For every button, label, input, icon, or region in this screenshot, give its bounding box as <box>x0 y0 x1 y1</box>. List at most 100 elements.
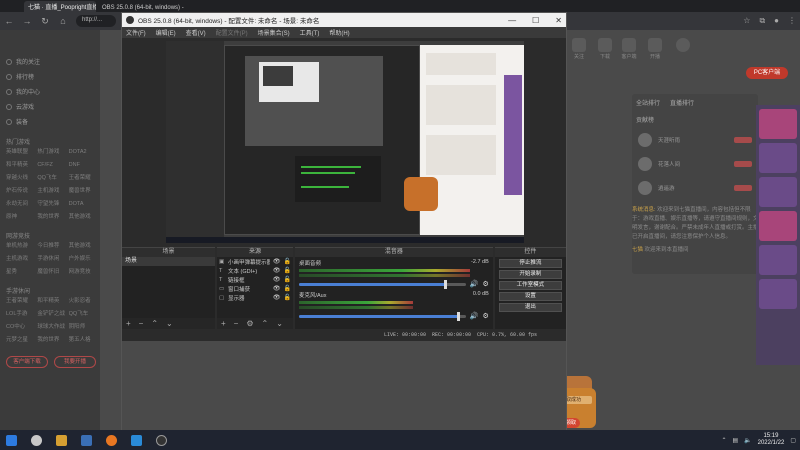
category-link[interactable]: 炉石传说 <box>6 186 33 197</box>
nav-item-rank[interactable]: 排行榜 <box>6 69 96 84</box>
category-link[interactable]: 我的世界 <box>37 335 64 346</box>
stop-streaming-button[interactable]: 停止推流 <box>498 259 562 268</box>
eye-icon[interactable]: 👁 <box>273 276 281 283</box>
category-link[interactable]: 第五人格 <box>69 335 96 346</box>
notification-icon[interactable]: ▢ <box>790 437 796 444</box>
obs-preview[interactable] <box>166 41 524 243</box>
category-link[interactable]: 王者荣耀 <box>69 173 96 184</box>
file-explorer-icon[interactable] <box>56 434 67 446</box>
nav-item-follow[interactable]: 我的关注 <box>6 54 96 69</box>
nav-item-center[interactable]: 我的中心 <box>6 84 96 99</box>
rank-row[interactable]: 逍遥游 <box>632 176 758 200</box>
start-recording-button[interactable]: 开始录制 <box>498 270 562 279</box>
menu-tools[interactable]: 工具(T) <box>300 28 320 37</box>
clock[interactable]: 15:19 2022/1/22 <box>758 433 785 447</box>
star-icon[interactable]: ☆ <box>743 16 750 26</box>
source-item[interactable]: T 文本 (GDI+) 👁 🔓 <box>217 266 293 275</box>
category-link[interactable]: 其他游戏 <box>69 212 96 223</box>
browser-tab-obs[interactable]: OBS 25.0.8 (64-bit, windows) - 配置文件: 未命名… <box>98 1 184 12</box>
menu-icon[interactable]: ⋮ <box>788 16 796 26</box>
download-top-icon[interactable] <box>598 38 612 52</box>
eye-icon[interactable]: 👁 <box>273 294 281 301</box>
category-link[interactable]: 球球大作战 <box>37 322 64 333</box>
category-link[interactable]: CO中心 <box>6 322 33 333</box>
category-link[interactable]: 网游竞技 <box>69 267 96 278</box>
category-link[interactable]: 魔兽世界 <box>69 186 96 197</box>
extensions-icon[interactable]: ⧉ <box>759 16 765 26</box>
category-link[interactable]: 英雄联盟 <box>6 147 33 158</box>
browser-icon[interactable] <box>106 434 117 446</box>
menu-help[interactable]: 帮助(H) <box>329 28 349 37</box>
category-link[interactable]: DOTA2 <box>69 147 96 158</box>
search-icon[interactable] <box>31 434 42 446</box>
category-link[interactable]: 单机热游 <box>6 241 33 252</box>
home-icon[interactable]: ⌂ <box>58 16 68 26</box>
nav-item-equip[interactable]: 装备 <box>6 114 96 129</box>
tab-site-rank[interactable]: 全站排行 <box>636 98 660 107</box>
category-link[interactable]: 星秀 <box>6 267 33 278</box>
speaker-icon[interactable]: 🔊 <box>470 312 479 320</box>
category-link[interactable]: DOTA <box>69 199 96 210</box>
category-link[interactable]: 魔兽怀旧 <box>37 267 64 278</box>
category-link[interactable]: QQ飞车 <box>37 173 64 184</box>
category-link[interactable]: 手游休闲 <box>37 254 64 265</box>
category-link[interactable]: 其他游戏 <box>69 241 96 252</box>
category-link[interactable]: 我的世界 <box>37 212 64 223</box>
nav-item-cloudgame[interactable]: 云游戏 <box>6 99 96 114</box>
rank-row[interactable]: 花落人间 <box>632 152 758 176</box>
category-link[interactable]: 热门游戏 <box>37 147 64 158</box>
category-link[interactable]: 主机游戏 <box>6 254 33 265</box>
remove-icon[interactable]: − <box>234 319 239 328</box>
eye-icon[interactable]: 👁 <box>273 285 281 292</box>
chevron-down-icon[interactable]: ⌄ <box>276 319 283 328</box>
live-top-icon[interactable] <box>648 38 662 52</box>
category-link[interactable]: 火影忍者 <box>69 296 96 307</box>
category-link[interactable]: 王者荣耀 <box>6 296 33 307</box>
category-link[interactable]: 穿越火线 <box>6 173 33 184</box>
category-link[interactable]: LOL手游 <box>6 309 33 320</box>
lock-icon[interactable]: 🔓 <box>283 258 290 265</box>
maximize-button[interactable]: ☐ <box>532 16 539 25</box>
gear-icon[interactable]: ⚙ <box>483 280 489 288</box>
avatar[interactable] <box>676 38 690 52</box>
rank-row[interactable]: 天涯听雨 <box>632 128 758 152</box>
source-item[interactable]: ▭ 窗口捕获 👁 🔓 <box>217 284 293 293</box>
menu-view[interactable]: 查看(V) <box>186 28 206 37</box>
settings-button[interactable]: 设置 <box>498 292 562 301</box>
category-link[interactable]: 和平精英 <box>37 296 64 307</box>
menu-scene-collection[interactable]: 场景集合(S) <box>258 28 290 37</box>
volume-icon[interactable]: 🔈 <box>744 437 751 444</box>
promo-card[interactable] <box>759 143 797 173</box>
profile-icon[interactable]: ● <box>774 16 779 26</box>
menu-profile[interactable]: 配置文件(P) <box>216 28 248 37</box>
add-icon[interactable]: + <box>221 319 226 328</box>
promo-card[interactable] <box>759 211 797 241</box>
lock-icon[interactable]: 🔓 <box>283 267 290 274</box>
back-icon[interactable]: ← <box>4 16 14 26</box>
obs-titlebar[interactable]: OBS 25.0.8 (64-bit, windows) - 配置文件: 未命名… <box>122 13 566 27</box>
minimize-button[interactable]: — <box>508 16 516 25</box>
pc-client-button[interactable]: PC客户端 <box>746 67 788 79</box>
client-top-icon[interactable] <box>622 38 636 52</box>
source-item[interactable]: T 链接框 👁 🔓 <box>217 275 293 284</box>
promo-card[interactable] <box>759 109 797 139</box>
promo-card[interactable] <box>759 245 797 275</box>
category-link[interactable]: 守望先锋 <box>37 199 64 210</box>
app-icon[interactable] <box>131 434 142 446</box>
follow-top-icon[interactable] <box>572 38 586 52</box>
windows-start-icon[interactable] <box>6 434 17 446</box>
menu-edit[interactable]: 编辑(E) <box>156 28 176 37</box>
exit-button[interactable]: 退出 <box>498 303 562 312</box>
category-link[interactable]: 永劫无间 <box>6 199 33 210</box>
remove-icon[interactable]: − <box>139 319 144 328</box>
address-bar[interactable]: http://... <box>76 15 116 27</box>
eye-icon[interactable]: 👁 <box>273 258 281 265</box>
gear-icon[interactable]: ⚙ <box>483 312 489 320</box>
source-item[interactable]: ▣ 小画甲弹幕提示器 👁 🔓 <box>217 257 293 266</box>
studio-mode-button[interactable]: 工作室模式 <box>498 281 562 290</box>
menu-file[interactable]: 文件(F) <box>126 28 146 37</box>
category-link[interactable]: 户外娱乐 <box>69 254 96 265</box>
lock-icon[interactable]: 🔓 <box>283 285 290 292</box>
chevron-down-icon[interactable]: ⌄ <box>166 319 173 328</box>
start-live-button[interactable]: 我要开播 <box>54 356 96 368</box>
